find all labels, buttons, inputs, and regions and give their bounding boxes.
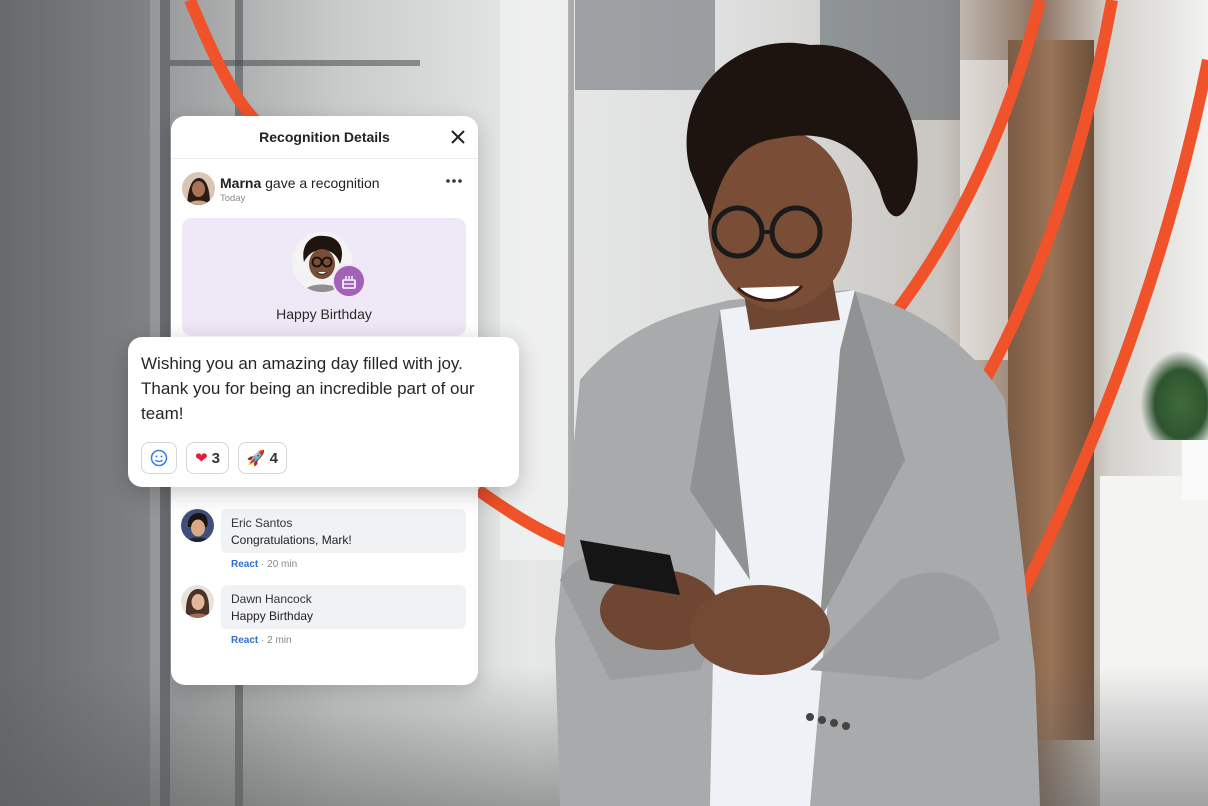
comment-time: 20 min [267, 559, 298, 570]
comment-author: Dawn Hancock [231, 592, 312, 606]
sleeve-button [830, 719, 838, 727]
sleeve-button [842, 722, 850, 730]
right-hand [690, 585, 830, 675]
person-with-phone [555, 42, 1040, 806]
comment-time: 2 min [267, 635, 292, 646]
arc-top-left [184, 0, 260, 125]
award-label: Happy Birthday [276, 306, 372, 322]
rocket-reaction-count: 4 [269, 449, 278, 467]
giver-line: Marna gave a recognition [220, 175, 380, 191]
giver-action: gave a recognition [265, 175, 380, 191]
heart-reaction-button[interactable]: ❤ 3 [186, 442, 229, 474]
close-icon[interactable] [448, 127, 468, 147]
award-panel: Happy Birthday [182, 218, 466, 336]
comment-text: Congratulations, Mark! [231, 533, 352, 547]
avatar [181, 585, 214, 618]
recognition-giver: Marna gave a recognition Today [182, 172, 472, 208]
comment-meta: React · 20 min [231, 559, 297, 570]
recognition-message: Wishing you an amazing day filled with j… [141, 354, 475, 423]
heart-emoji-icon: ❤ [195, 449, 208, 467]
recognition-message-card: Wishing you an amazing day filled with j… [128, 337, 519, 487]
smiley-icon [150, 449, 168, 467]
add-reaction-button[interactable] [141, 442, 177, 474]
sleeve-button [806, 713, 814, 721]
rocket-emoji-icon: 🚀 [246, 449, 266, 467]
card-header: Recognition Details [171, 116, 478, 159]
react-link[interactable]: React [231, 559, 258, 570]
comment-meta: React · 2 min [231, 635, 292, 646]
comment-author: Eric Santos [231, 516, 293, 530]
react-link[interactable]: React [231, 635, 258, 646]
card-title: Recognition Details [259, 129, 390, 145]
comment-bubble: Eric Santos Congratulations, Mark! [221, 509, 466, 553]
giver-time: Today [220, 193, 246, 204]
reaction-bar: ❤ 3 🚀 4 [141, 442, 287, 476]
birthday-cake-icon [332, 264, 366, 298]
avatar [181, 509, 214, 542]
comment-bubble: Dawn Hancock Happy Birthday [221, 585, 466, 629]
avatar [182, 172, 215, 205]
sleeve-button [818, 716, 826, 724]
rocket-reaction-button[interactable]: 🚀 4 [237, 442, 287, 474]
comment-text: Happy Birthday [231, 609, 314, 623]
more-options-icon[interactable] [444, 173, 464, 189]
giver-name: Marna [220, 175, 262, 191]
heart-reaction-count: 3 [211, 449, 220, 467]
